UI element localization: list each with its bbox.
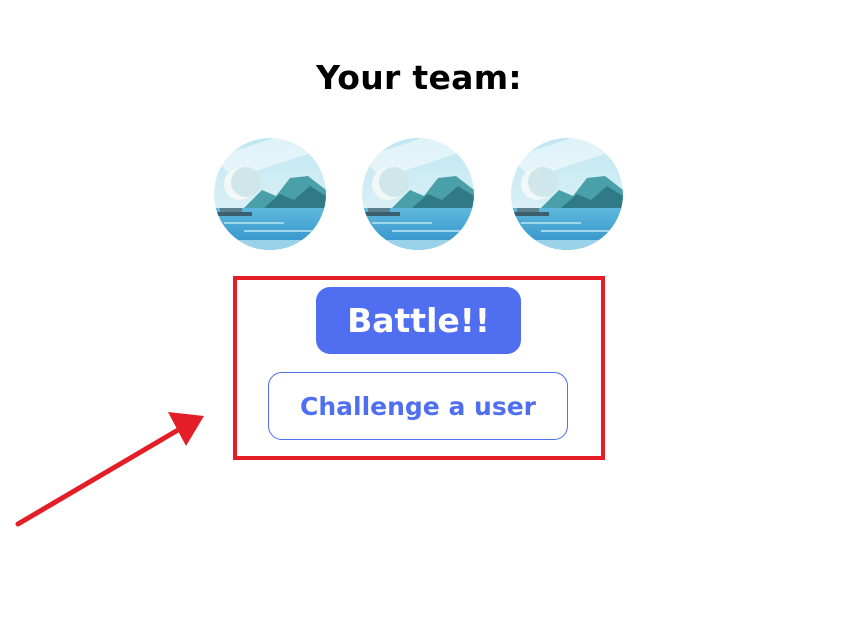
team-title: Your team: xyxy=(316,58,522,97)
landscape-lake-icon xyxy=(214,138,326,250)
team-member-avatar-2 xyxy=(362,138,474,250)
page: Your team: Battle!! Challenge a user xyxy=(0,0,846,631)
team-member-avatar-3 xyxy=(511,138,623,250)
landscape-lake-icon xyxy=(362,138,474,250)
challenge-user-button[interactable]: Challenge a user xyxy=(268,372,568,440)
landscape-lake-icon xyxy=(511,138,623,250)
team-member-avatar-1 xyxy=(214,138,326,250)
battle-button[interactable]: Battle!! xyxy=(316,287,521,354)
